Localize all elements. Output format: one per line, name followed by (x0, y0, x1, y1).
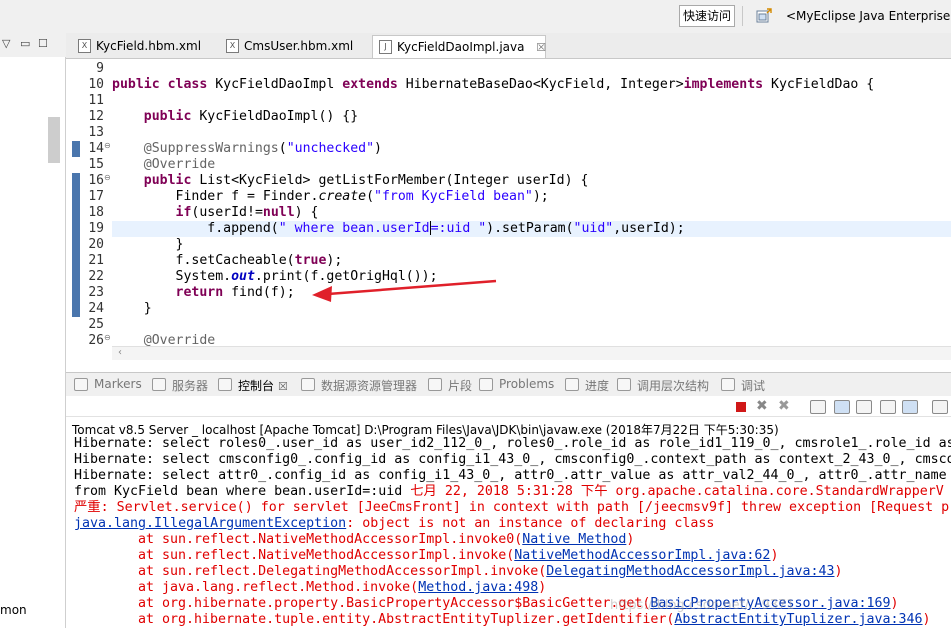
console-line: from KycField bean where bean.userId=:ui… (66, 484, 951, 500)
tab-kycfield-hbm[interactable]: X KycField.hbm.xml (72, 35, 201, 58)
maximize-icon[interactable]: ☐ (38, 37, 48, 50)
remove-all-icon[interactable]: ✖ (778, 399, 794, 414)
stack-frame: at sun.reflect.NativeMethodAccessorImpl.… (66, 548, 951, 564)
console-toolbar: ✖ ✖ (66, 396, 951, 417)
tab-progress[interactable]: 进度 (565, 377, 609, 394)
xml-file-icon: X (226, 39, 239, 53)
stack-frame-text: ) (770, 548, 779, 563)
tab-label: 调试 (741, 379, 766, 393)
stack-frame-text: at org.hibernate.tuple.entity.AbstractEn… (138, 612, 675, 627)
tab-problems[interactable]: Problems (479, 377, 554, 391)
stack-frame: at org.hibernate.tuple.entity.AbstractEn… (66, 612, 951, 628)
left-panel-header: ▽ ▭ ☐ (0, 33, 66, 57)
tab-label: CmsUser.hbm.xml (244, 39, 354, 53)
close-tab-icon[interactable]: ☒ (536, 41, 546, 54)
progress-icon (565, 378, 579, 391)
console-line: Hibernate: select attr0_.config_id as co… (74, 468, 947, 483)
tab-label: KycFieldDaoImpl.java (397, 40, 525, 54)
tab-label: 控制台 (238, 379, 275, 393)
open-perspective-icon[interactable] (756, 8, 772, 24)
tab-datasource-explorer[interactable]: 数据源资源管理器 (301, 377, 417, 394)
stack-frame-text: ) (834, 564, 843, 579)
watermark: https://blog.csdn.net/...9371 (610, 598, 795, 613)
stack-frame-text: at java.lang.reflect.Method.invoke( (138, 580, 419, 595)
stack-frame-text: at sun.reflect.DelegatingMethodAccessorI… (138, 564, 547, 579)
console-error-line: 严重: Servlet.service() for servlet [JeeCm… (74, 500, 950, 515)
stack-frame-link[interactable]: DelegatingMethodAccessorImpl.java:43 (546, 564, 834, 579)
word-wrap-icon[interactable] (856, 400, 872, 414)
tab-console[interactable]: 控制台 ☒ (218, 377, 288, 394)
snippets-icon (428, 378, 442, 391)
stack-frame-text: at sun.reflect.NativeMethodAccessorImpl.… (138, 548, 515, 563)
view-menu-icon[interactable]: ▽ (2, 37, 10, 50)
stack-frame-link[interactable]: Method.java:498 (418, 580, 538, 595)
tab-markers[interactable]: Markers (74, 377, 142, 391)
tab-label: 片段 (448, 379, 473, 393)
main-toolbar: 快速访问 <MyEclipse Java Enterprise> (0, 0, 951, 33)
left-panel-scrollbar[interactable] (48, 117, 60, 163)
toolbar-separator (742, 6, 743, 26)
bottom-view-tabs: Markers 服务器 控制台 ☒ 数据源资源管理器 片段 Problems 进度… (66, 372, 951, 396)
tab-label: Markers (94, 377, 142, 391)
tab-snippets[interactable]: 片段 (428, 377, 472, 394)
stack-frame-text: at sun.reflect.NativeMethodAccessorImpl.… (138, 532, 523, 547)
terminate-icon[interactable] (734, 400, 750, 414)
console-output[interactable]: Hibernate: select roles0_.user_id as use… (66, 436, 951, 628)
console-line: Hibernate: select cmsconfig0_.config_id … (74, 452, 951, 467)
tab-label: 进度 (585, 379, 610, 393)
call-hierarchy-icon (617, 378, 631, 391)
stack-frame: at java.lang.reflect.Method.invoke(Metho… (66, 580, 951, 596)
quick-access-field[interactable]: 快速访问 (679, 5, 735, 27)
servers-icon (152, 378, 166, 391)
red-annotation-arrow (312, 279, 497, 302)
java-file-icon: J (379, 40, 392, 54)
console-icon (218, 378, 232, 391)
show-on-stdout-icon[interactable] (880, 400, 896, 414)
tab-label: Problems (499, 377, 555, 391)
left-panel: ▽ ▭ ☐ mon (0, 33, 66, 628)
stack-frame-link[interactable]: Native Method (522, 532, 626, 547)
stack-frame-text: ) (890, 596, 899, 611)
tab-label: 服务器 (172, 379, 209, 393)
close-tab-icon[interactable]: ☒ (278, 380, 288, 393)
tab-servers[interactable]: 服务器 (152, 377, 208, 394)
problems-icon (479, 378, 493, 391)
scroll-lock-icon[interactable] (834, 400, 850, 414)
tab-kycfielddaoimpl[interactable]: J KycFieldDaoImpl.java ☒ (372, 35, 546, 58)
tab-label: KycField.hbm.xml (96, 39, 202, 53)
code-editor[interactable]: 9 10 11 12 13 14 15 16 17 18 19 20 21 22… (66, 59, 951, 364)
console-line: Hibernate: select roles0_.user_id as use… (74, 436, 951, 451)
hql-output: from KycField bean where bean.userId=:ui… (74, 484, 411, 499)
stack-frame: at sun.reflect.DelegatingMethodAccessorI… (66, 564, 951, 580)
stack-frame-text: at org.hibernate.property.BasicPropertyA… (138, 596, 651, 611)
perspective-switcher[interactable]: <MyEclipse Java Enterprise> (786, 9, 951, 23)
stack-frame-link[interactable]: NativeMethodAccessorImpl.java:62 (514, 548, 770, 563)
xml-file-icon: X (78, 39, 91, 53)
log-timestamp: 七月 22, 2018 5:31:28 下午 org.apache.catali… (410, 484, 944, 499)
console-exception-line: java.lang.IllegalArgumentException: obje… (66, 516, 951, 532)
minimize-icon[interactable]: ▭ (20, 37, 30, 50)
remove-launch-icon[interactable]: ✖ (756, 399, 772, 414)
left-panel-item[interactable]: mon (0, 603, 27, 617)
pin-console-icon[interactable] (932, 400, 948, 414)
tab-call-hierarchy[interactable]: 调用层次结构 (617, 377, 709, 394)
stack-frame-text: ) (922, 612, 931, 627)
tab-label: 调用层次结构 (637, 379, 710, 393)
exception-link[interactable]: java.lang.IllegalArgumentException (74, 516, 346, 531)
exception-message: : object is not an instance of declaring… (346, 516, 715, 531)
show-on-stderr-icon[interactable] (902, 400, 918, 414)
stack-frame-text: ) (626, 532, 635, 547)
stack-frame: at sun.reflect.NativeMethodAccessorImpl.… (66, 532, 951, 548)
markers-icon (74, 378, 88, 391)
stack-frame: at org.hibernate.property.BasicPropertyA… (66, 596, 951, 612)
stack-frame-text: ) (538, 580, 547, 595)
debug-icon (721, 378, 735, 391)
tab-label: 数据源资源管理器 (321, 379, 418, 393)
clear-console-icon[interactable] (810, 400, 826, 414)
datasource-icon (301, 378, 315, 391)
editor-tab-bar: X KycField.hbm.xml X CmsUser.hbm.xml J K… (66, 33, 951, 59)
tab-debug[interactable]: 调试 (721, 377, 765, 394)
tab-cmsuser-hbm[interactable]: X CmsUser.hbm.xml (220, 35, 353, 58)
stack-frame-link[interactable]: AbstractEntityTuplizer.java:346 (674, 612, 922, 627)
